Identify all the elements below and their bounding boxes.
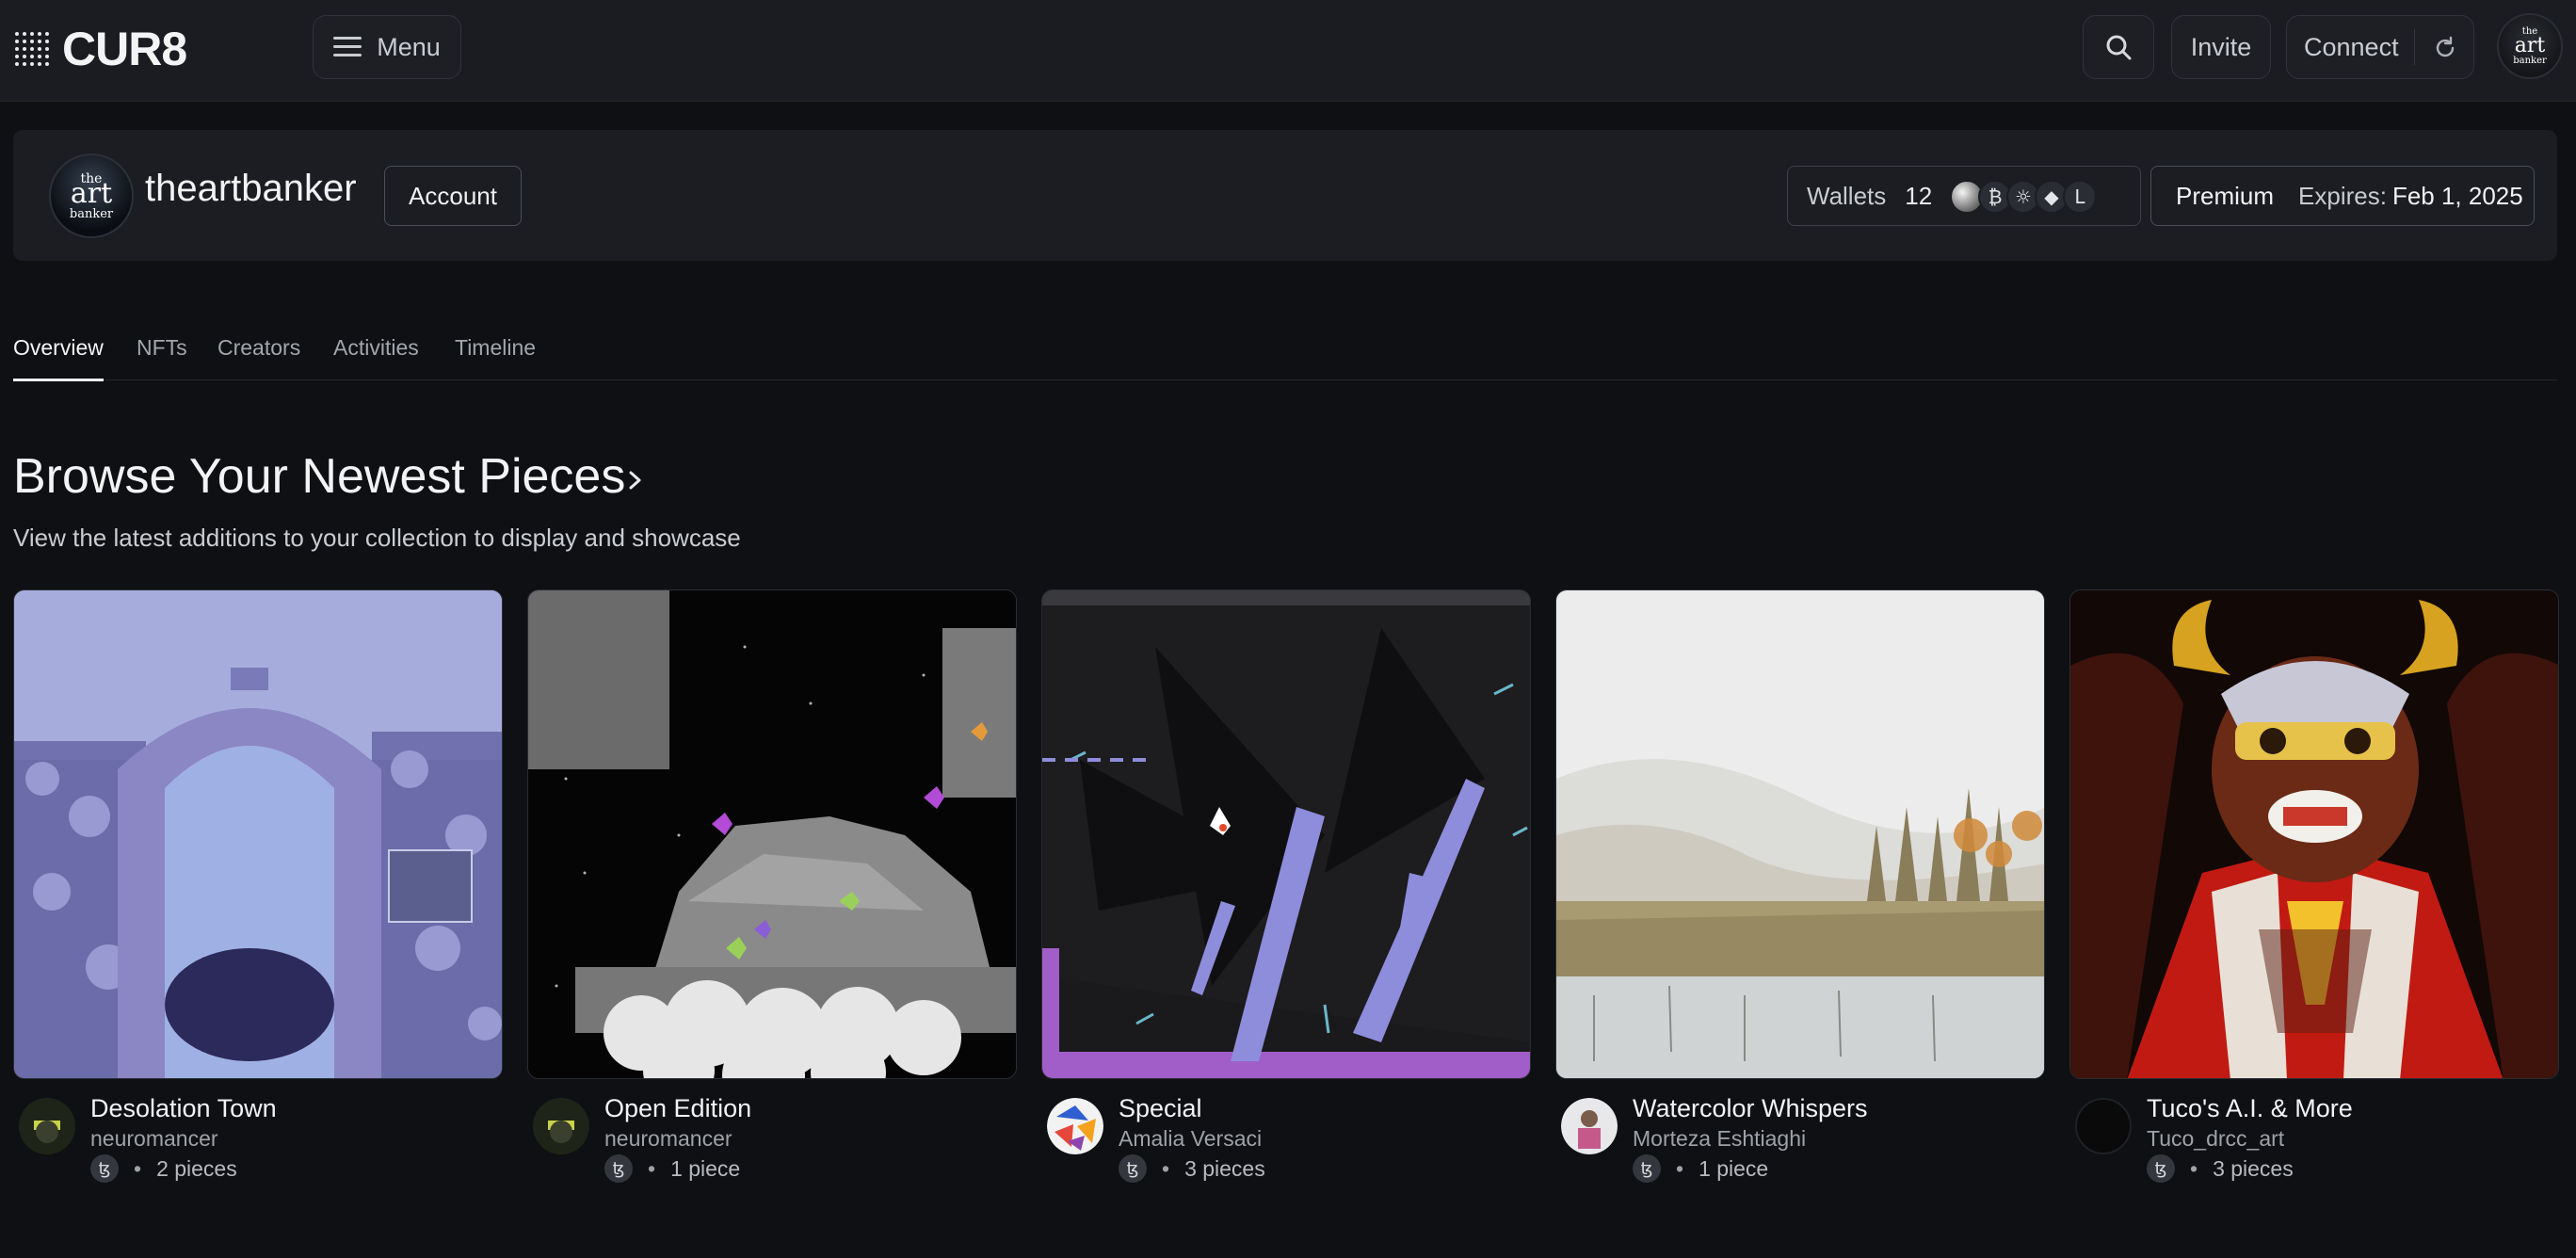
nft-card[interactable]: Desolation Town neuromancer ꜩ • 2 pieces <box>13 589 503 1183</box>
piece-count: 1 piece <box>1699 1155 1769 1181</box>
expires-date: Feb 1, 2025 <box>2391 181 2523 210</box>
menu-label: Menu <box>377 32 441 61</box>
tab-activities[interactable]: Activities <box>333 335 419 380</box>
card-image[interactable] <box>527 589 1017 1079</box>
expires-label: Expires: <box>2298 181 2387 210</box>
refresh-icon[interactable] <box>2432 35 2458 61</box>
wallets-count: 12 <box>1905 181 1933 210</box>
card-meta: ꜩ • 1 piece <box>1633 1154 1768 1183</box>
card-title[interactable]: Special <box>1119 1094 1202 1123</box>
card-title[interactable]: Watercolor Whispers <box>1633 1094 1868 1123</box>
search-button[interactable] <box>2083 15 2154 79</box>
wallets-button[interactable]: Wallets 12 ₿ ☼ ◆ L <box>1787 166 2141 226</box>
separator-dot: • <box>1676 1155 1684 1181</box>
tab-nfts[interactable]: NFTs <box>137 335 187 380</box>
tezos-icon: ꜩ <box>1633 1154 1661 1183</box>
card-creator[interactable]: Amalia Versaci <box>1119 1126 1262 1152</box>
piece-count: 3 pieces <box>2213 1155 2294 1181</box>
nft-card[interactable]: Watercolor Whispers Morteza Eshtiaghi ꜩ … <box>1555 589 2045 1183</box>
connect-divider <box>2414 29 2415 65</box>
card-image[interactable] <box>1555 589 2045 1079</box>
connect-label: Connect <box>2304 32 2399 61</box>
invite-label: Invite <box>2190 32 2252 61</box>
card-creator[interactable]: Morteza Eshtiaghi <box>1633 1126 1806 1152</box>
card-image[interactable] <box>13 589 503 1079</box>
tab-overview[interactable]: Overview <box>13 335 104 381</box>
avatar-text-mid: art <box>2514 34 2546 58</box>
separator-dot: • <box>134 1155 142 1181</box>
logo-dots-icon <box>15 32 49 66</box>
nft-card[interactable]: Special Amalia Versaci ꜩ • 3 pieces <box>1041 589 1531 1183</box>
creator-avatar <box>1561 1098 1618 1154</box>
card-image[interactable] <box>1041 589 1531 1079</box>
tab-timeline[interactable]: Timeline <box>455 335 536 380</box>
wallets-label: Wallets <box>1807 181 1887 210</box>
creator-avatar <box>19 1098 75 1154</box>
piece-count: 3 pieces <box>1184 1155 1265 1181</box>
l-chain-icon: L <box>2063 180 2097 214</box>
username: theartbanker <box>145 168 357 209</box>
tezos-icon: ꜩ <box>1119 1154 1147 1183</box>
card-creator[interactable]: Tuco_drcc_art <box>2147 1126 2284 1152</box>
card-title[interactable]: Tuco's A.I. & More <box>2147 1094 2353 1123</box>
chevron-right-icon[interactable] <box>625 465 646 495</box>
top-bar: CUR8 Menu Invite Connect the art banker <box>0 0 2576 102</box>
hamburger-icon <box>333 37 362 57</box>
tezos-icon: ꜩ <box>604 1154 633 1183</box>
creator-avatar <box>2075 1098 2132 1154</box>
search-icon <box>2106 35 2132 60</box>
card-title[interactable]: Desolation Town <box>90 1094 277 1123</box>
tab-creators[interactable]: Creators <box>217 335 300 380</box>
connect-button[interactable]: Connect <box>2286 15 2474 79</box>
nft-card[interactable]: Open Edition neuromancer ꜩ • 1 piece <box>527 589 1017 1183</box>
card-creator[interactable]: neuromancer <box>604 1126 733 1152</box>
account-button[interactable]: Account <box>384 166 522 226</box>
card-image[interactable] <box>2069 589 2559 1079</box>
section-title[interactable]: Browse Your Newest Pieces <box>13 448 625 505</box>
menu-button[interactable]: Menu <box>313 15 461 79</box>
profile-card: the art banker theartbanker Account Wall… <box>13 130 2557 261</box>
piece-count: 2 pieces <box>156 1155 237 1181</box>
card-meta: ꜩ • 1 piece <box>604 1154 740 1183</box>
card-title[interactable]: Open Edition <box>604 1094 751 1123</box>
card-meta: ꜩ • 3 pieces <box>1119 1154 1265 1183</box>
card-meta: ꜩ • 2 pieces <box>90 1154 237 1183</box>
logo[interactable]: CUR8 <box>13 23 187 75</box>
tezos-icon: ꜩ <box>90 1154 119 1183</box>
invite-button[interactable]: Invite <box>2171 15 2271 79</box>
creator-avatar <box>533 1098 589 1154</box>
nft-card[interactable]: Tuco's A.I. & More Tuco_drcc_art ꜩ • 3 p… <box>2069 589 2559 1183</box>
creator-avatar <box>1047 1098 1103 1154</box>
section-subtitle: View the latest additions to your collec… <box>13 524 741 552</box>
avatar-text-bottom: banker <box>2513 55 2547 66</box>
premium-badge[interactable]: Premium Expires: Feb 1, 2025 <box>2150 166 2535 226</box>
separator-dot: • <box>648 1155 656 1181</box>
piece-count: 1 piece <box>670 1155 741 1181</box>
profile-avatar-text-bottom: banker <box>69 206 114 221</box>
logo-text: CUR8 <box>62 23 187 75</box>
profile-avatar: the art banker <box>49 153 134 238</box>
separator-dot: • <box>2190 1155 2198 1181</box>
tab-bar: Overview NFTs Creators Activities Timeli… <box>13 335 2557 381</box>
user-avatar[interactable]: the art banker <box>2497 13 2563 79</box>
separator-dot: • <box>1162 1155 1170 1181</box>
tezos-icon: ꜩ <box>2147 1154 2175 1183</box>
card-creator[interactable]: neuromancer <box>90 1126 218 1152</box>
profile-avatar-text-mid: art <box>70 176 113 210</box>
card-meta: ꜩ • 3 pieces <box>2147 1154 2294 1183</box>
plan-name: Premium <box>2176 181 2275 210</box>
chain-icons: ₿ ☼ ◆ L <box>1950 180 2097 214</box>
